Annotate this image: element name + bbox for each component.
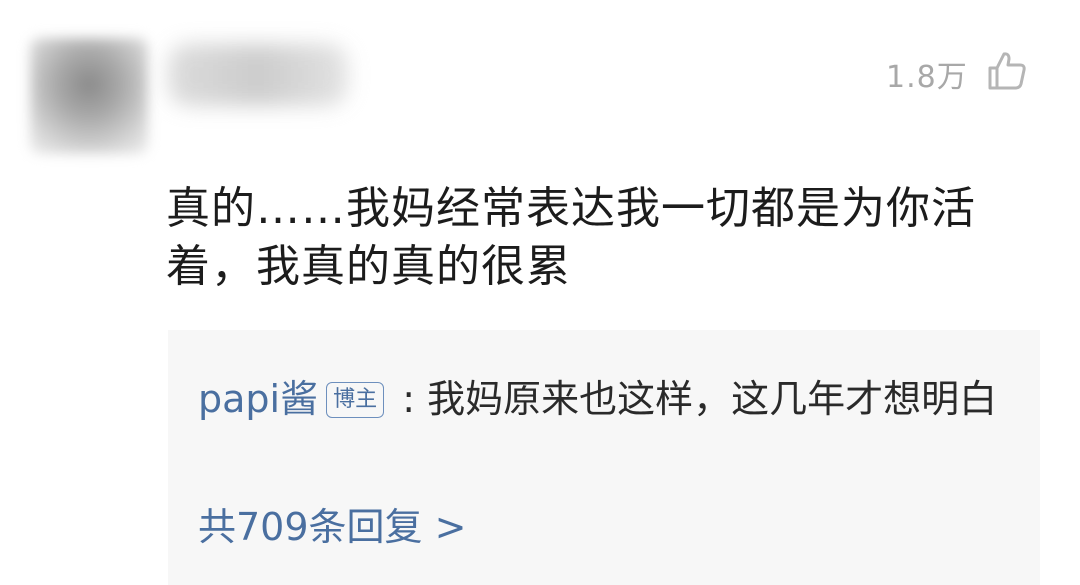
reply-text: 我妈原来也这样，这几年才想明白 <box>427 377 998 421</box>
reply-separator: : <box>390 377 428 421</box>
avatar[interactable] <box>30 38 148 154</box>
comment-text: 真的……我妈经常表达我一切都是为你活着，我真的真的很累 <box>166 183 976 292</box>
comment-card: 1.8万 真的……我妈经常表达我一切都是为你活着，我真的真的很累 papi酱 博主… <box>0 0 1080 585</box>
featured-reply: papi酱 博主 : 我妈原来也这样，这几年才想明白 <box>198 370 998 428</box>
author-badge: 博主 <box>326 382 385 418</box>
reply-author[interactable]: papi酱 <box>198 377 318 421</box>
thumbs-up-icon[interactable] <box>984 48 1030 94</box>
view-replies-link[interactable]: 共709条回复 > <box>198 502 466 552</box>
username-blurred[interactable] <box>168 44 348 106</box>
reply-box[interactable]: papi酱 博主 : 我妈原来也这样，这几年才想明白 共709条回复 > <box>168 330 1040 585</box>
like-count: 1.8万 <box>886 60 968 95</box>
